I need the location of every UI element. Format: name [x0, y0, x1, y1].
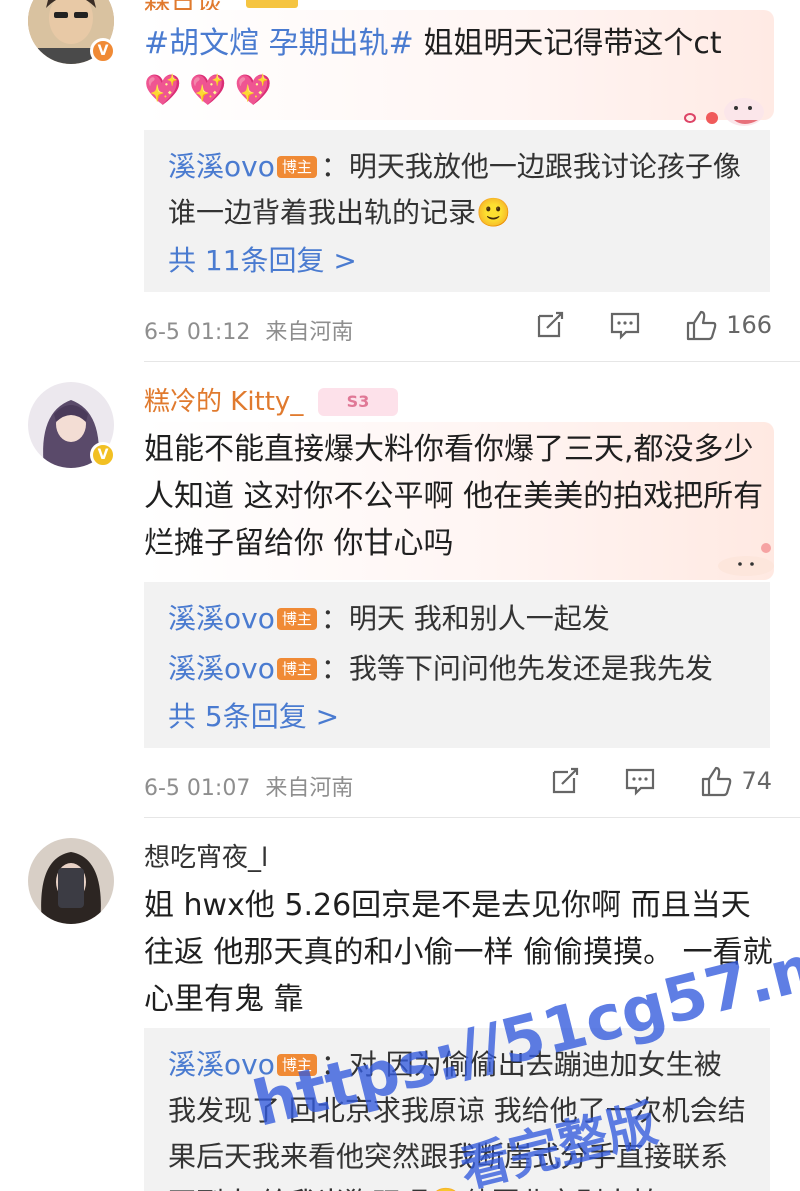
comment-username[interactable]: 糕冷的 Kitty_ — [144, 386, 303, 418]
thumbs-up-icon — [687, 310, 717, 341]
comment-text: 姐姐明天记得带这个ct — [413, 26, 722, 61]
comment-actions: 166 — [534, 308, 772, 342]
like-count: 166 — [726, 311, 772, 339]
level-badge: S3 — [318, 388, 398, 416]
reply-item: 溪溪ovo 博主 ：明天 我和别人一起发 — [168, 596, 746, 642]
verified-badge-icon: V — [90, 38, 116, 64]
comment-1: V 森日谈 #胡文煊 孕期出轨# 姐姐明天记得带这个ct 💖💖💖 溪溪ovo 博主… — [0, 0, 800, 362]
comment-time: 6-5 01:07 — [144, 776, 251, 801]
comment-2: V 糕冷的 Kitty_ S3 姐能不能直接爆大料你看你爆了三天,都没多少人知道… — [0, 362, 800, 818]
avatar[interactable] — [28, 838, 114, 924]
repost-button[interactable] — [534, 309, 566, 341]
reply-box[interactable]: 溪溪ovo 博主 ：明天我放他一边跟我讨论孩子像谁一边背着我出轨的记录🙂 共 11条… — [144, 130, 770, 292]
reply-item: 溪溪ovo 博主 ：我等下问问他先发还是我先发 — [168, 646, 746, 692]
repost-button[interactable] — [549, 765, 581, 797]
comment-location: 来自河南 — [265, 320, 354, 345]
author-badge: 博主 — [276, 658, 317, 680]
comment-icon — [626, 768, 655, 796]
author-badge: 博主 — [276, 608, 317, 630]
bunny-sticker-icon — [684, 84, 774, 128]
like-button[interactable]: 166 — [684, 308, 772, 342]
cat-sticker-icon — [706, 538, 776, 578]
level-badge-text: S3 — [346, 392, 370, 411]
heart-emoji: 💖💖💖 — [144, 73, 281, 108]
reply-box[interactable]: 溪溪ovo 博主 ：明天 我和别人一起发 溪溪ovo 博主 ：我等下问问他先发还是我先发… — [144, 582, 770, 748]
comment-button[interactable] — [608, 309, 642, 341]
reply-author[interactable]: 溪溪ovo — [168, 602, 275, 635]
reply-text: ：明天 我和别人一起发 — [320, 602, 610, 635]
comment-meta: 6-5 01:07 来自河南 — [144, 770, 353, 802]
verified-badge-icon: V — [90, 442, 116, 468]
avatar-image — [28, 838, 114, 924]
comment-time: 6-5 01:12 — [144, 320, 251, 345]
reply-text: ：我等下问问他先发还是我先发 — [320, 652, 713, 685]
view-more-replies-link[interactable]: 共 11条回复 > — [168, 236, 746, 286]
reply-author[interactable]: 溪溪ovo — [168, 652, 275, 685]
topic-link[interactable]: #胡文煊 孕期出轨# — [144, 26, 414, 61]
author-badge: 博主 — [276, 156, 317, 178]
like-count: 74 — [741, 767, 772, 795]
comment-body: 姐能不能直接爆大料你看你爆了三天,都没多少人知道 这对你不公平啊 他在美美的拍戏… — [144, 432, 764, 561]
comment-username[interactable]: 想吃宵夜_l — [144, 842, 268, 874]
comment-location: 来自河南 — [265, 776, 354, 801]
thumbs-up-icon — [702, 766, 732, 797]
comment-body: #胡文煊 孕期出轨# 姐姐明天记得带这个ct 💖💖💖 — [144, 20, 774, 114]
reply-author[interactable]: 溪溪ovo — [168, 150, 275, 183]
comment-actions: 74 — [549, 764, 772, 798]
comment-button[interactable] — [623, 765, 657, 797]
comment-meta: 6-5 01:12 来自河南 — [144, 314, 353, 346]
repost-icon — [553, 767, 579, 794]
vip-badge-icon — [246, 0, 298, 8]
view-more-replies-link[interactable]: 共 5条回复 > — [168, 692, 746, 742]
comment-icon — [611, 312, 640, 340]
repost-icon — [538, 311, 564, 338]
like-button[interactable]: 74 — [699, 764, 772, 798]
reply-item: 溪溪ovo 博主 ：明天我放他一边跟我讨论孩子像谁一边背着我出轨的记录🙂 — [168, 144, 746, 236]
